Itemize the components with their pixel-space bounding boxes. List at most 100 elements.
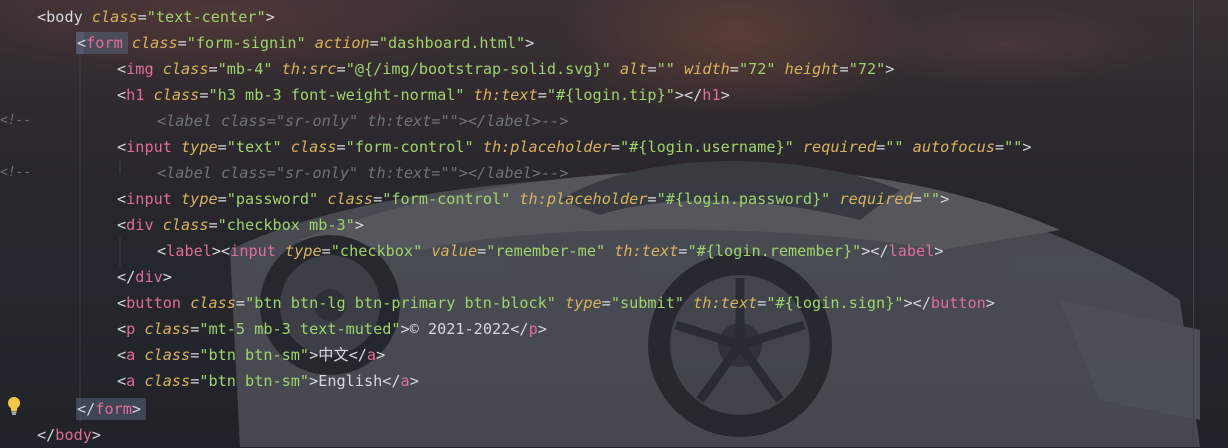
tag-name: input — [126, 138, 172, 156]
code-line-16[interactable]: </form> — [77, 396, 141, 422]
code-line-12[interactable]: <button class="btn btn-lg btn-primary bt… — [117, 290, 995, 316]
bracket: > — [309, 372, 319, 390]
attribute-name: alt — [620, 60, 648, 78]
attribute-value: "#{login.sign}" — [766, 294, 904, 312]
tag-name: img — [126, 60, 154, 78]
tag-name: h1 — [702, 86, 721, 104]
bracket: < — [117, 190, 127, 208]
tag-name: input — [126, 190, 172, 208]
code-line-7-comment[interactable]: <label class="sr-only" th:text=""></labe… — [157, 160, 568, 186]
code-line-10[interactable]: <label><input type="checkbox" value="rem… — [157, 238, 944, 264]
attribute-name: class — [290, 138, 337, 156]
attribute-name: th:text — [614, 242, 679, 260]
bracket: </ — [348, 346, 367, 364]
text-content: English — [318, 372, 383, 390]
attribute-name: class — [153, 86, 200, 104]
code-line-13[interactable]: <p class="mt-5 mb-3 text-muted">© 2021-2… — [117, 316, 547, 342]
bracket: < — [117, 346, 127, 364]
attribute-value: "h3 mb-3 font-weight-normal" — [208, 86, 465, 104]
tag-name: a — [126, 372, 136, 390]
attribute-name: required — [802, 138, 877, 156]
attribute-name: type — [285, 242, 322, 260]
attribute-value: "form-control" — [345, 138, 474, 156]
bracket: < — [117, 372, 127, 390]
attribute-value: "#{login.password}" — [656, 190, 831, 208]
attribute-value: "" — [656, 60, 675, 78]
attribute-value: "#{login.tip}" — [546, 86, 675, 104]
attribute-name: type — [565, 294, 602, 312]
attribute-name: class — [144, 372, 191, 390]
attribute-value: "" — [921, 190, 941, 208]
right-margin-guide — [1193, 0, 1194, 447]
attribute-name: height — [784, 60, 840, 78]
attribute-value: "checkbox mb-3" — [217, 216, 355, 234]
bracket: > — [265, 8, 275, 26]
attribute-name: value — [431, 242, 478, 260]
attribute-value: "password" — [226, 190, 319, 208]
bracket: < — [117, 60, 127, 78]
bracket: > — [162, 268, 172, 286]
lightbulb-icon[interactable] — [6, 396, 22, 416]
attribute-name: class — [162, 60, 209, 78]
code-line-15[interactable]: <a class="btn btn-sm">English</a> — [117, 368, 419, 394]
attribute-value: "form-signin" — [186, 34, 306, 52]
attribute-name: class — [144, 346, 191, 364]
tag-name: form — [86, 34, 123, 52]
code-line-9[interactable]: <div class="checkbox mb-3"> — [117, 212, 364, 238]
attribute-value: "btn btn-sm" — [199, 372, 310, 390]
attribute-name: th:text — [473, 86, 538, 104]
bracket: </ — [37, 426, 56, 444]
bracket: > — [91, 426, 102, 444]
tag-name: a — [366, 346, 377, 364]
code-line-3[interactable]: <img class="mb-4" th:src="@{/img/bootstr… — [117, 56, 894, 82]
attribute-name: class — [162, 216, 209, 234]
attribute-value: "#{login.username}" — [620, 138, 794, 156]
attribute-name: th:placeholder — [519, 190, 648, 208]
bracket: </ — [510, 320, 529, 338]
attribute-value: "72" — [738, 60, 776, 78]
tag-name: button — [930, 294, 986, 312]
bracket: < — [117, 320, 127, 338]
attribute-value: "dashboard.html" — [378, 34, 526, 52]
code-line-5-comment[interactable]: <label class="sr-only" th:text=""></labe… — [157, 108, 568, 134]
tag-name: div — [135, 268, 163, 286]
code-line-2[interactable]: <form class="form-signin" action="dashbo… — [77, 30, 534, 56]
attribute-name: class — [327, 190, 374, 208]
bracket: ></ — [903, 294, 931, 312]
tag-name: p — [528, 320, 538, 338]
bracket: > — [720, 86, 730, 104]
bracket: > — [376, 346, 386, 364]
code-line-14[interactable]: <a class="btn btn-sm">中文</a> — [117, 342, 385, 368]
tag-name: a — [126, 346, 136, 364]
bracket: < — [77, 34, 87, 52]
bracket: > — [940, 190, 950, 208]
bracket: > — [885, 60, 895, 78]
code-line-4[interactable]: <h1 class="h3 mb-3 font-weight-normal" t… — [117, 82, 730, 108]
attribute-name: required — [839, 190, 913, 208]
bracket: > — [985, 294, 995, 312]
tag-name: div — [126, 216, 154, 234]
attribute-name: th:placeholder — [482, 138, 611, 156]
attribute-name: type — [181, 138, 218, 156]
bracket: </ — [77, 400, 96, 418]
attribute-value: "mt-5 mb-3 text-muted" — [199, 320, 401, 338]
attribute-value: "72" — [848, 60, 886, 78]
code-line-6[interactable]: <input type="text" class="form-control" … — [117, 134, 1032, 160]
attribute-name: class — [131, 34, 178, 52]
attribute-name: th:text — [693, 294, 758, 312]
attribute-value: "" — [1004, 138, 1023, 156]
attribute-name: type — [181, 190, 218, 208]
code-line-11[interactable]: </div> — [117, 264, 172, 290]
bracket: > — [537, 320, 547, 338]
attribute-value: "" — [885, 138, 904, 156]
attribute-value: "form-control" — [382, 190, 511, 208]
bracket: < — [37, 8, 47, 26]
attribute-name: th:src — [281, 60, 337, 78]
code-line-8[interactable]: <input type="password" class="form-contr… — [117, 186, 949, 212]
gutter-comment-marker: <!-- — [0, 165, 32, 180]
bracket: < — [117, 138, 127, 156]
code-line-17[interactable]: </body> — [37, 422, 101, 448]
tag-name: label — [166, 242, 212, 260]
attribute-value: "checkbox" — [330, 242, 423, 260]
code-line-1[interactable]: <body class="text-center"> — [37, 4, 275, 30]
